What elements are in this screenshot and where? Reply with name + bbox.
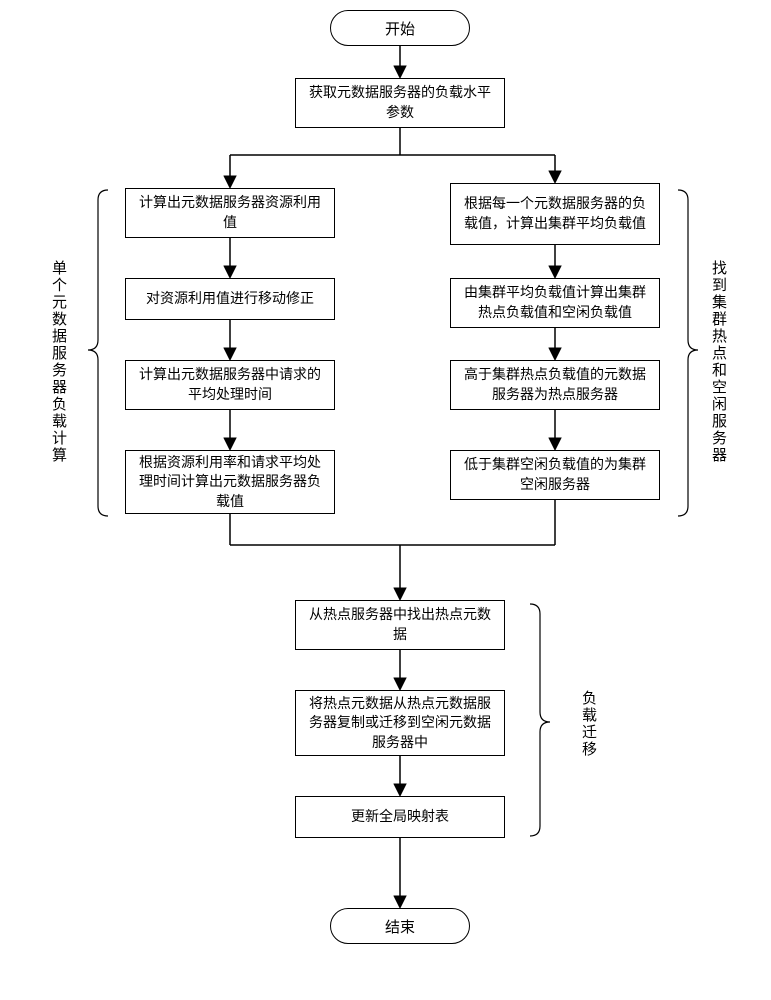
right-step-2: 由集群平均负载值计算出集群热点负载值和空闲负载值	[450, 278, 660, 328]
right-step-2-text: 由集群平均负载值计算出集群热点负载值和空闲负载值	[461, 283, 649, 322]
flowchart-container: 开始 获取元数据服务器的负载水平参数 计算出元数据服务器资源利用值 对资源利用值…	[0, 0, 771, 1000]
flowchart-arrows	[0, 0, 771, 1000]
right-step-3: 高于集群热点负载值的元数据服务器为热点服务器	[450, 360, 660, 410]
right-step-4-text: 低于集群空闲负载值的为集群空闲服务器	[461, 455, 649, 494]
left-step-1: 计算出元数据服务器资源利用值	[125, 188, 335, 238]
right-step-3-text: 高于集群热点负载值的元数据服务器为热点服务器	[461, 365, 649, 404]
left-step-4: 根据资源利用率和请求平均处理时间计算出元数据服务器负载值	[125, 450, 335, 514]
start-terminal: 开始	[330, 10, 470, 46]
merge-step-1-text: 从热点服务器中找出热点元数据	[306, 605, 494, 644]
merge-step-1: 从热点服务器中找出热点元数据	[295, 600, 505, 650]
left-step-2: 对资源利用值进行移动修正	[125, 278, 335, 320]
right-step-4: 低于集群空闲负载值的为集群空闲服务器	[450, 450, 660, 500]
end-terminal: 结束	[330, 908, 470, 944]
right-brace-label: 找到集群热点和空闲服务器	[708, 260, 729, 464]
end-label: 结束	[385, 916, 415, 937]
left-step-4-text: 根据资源利用率和请求平均处理时间计算出元数据服务器负载值	[136, 453, 324, 512]
left-step-3-text: 计算出元数据服务器中请求的平均处理时间	[136, 365, 324, 404]
start-label: 开始	[385, 18, 415, 39]
merge-step-3-text: 更新全局映射表	[351, 807, 449, 827]
step-get-params: 获取元数据服务器的负载水平参数	[295, 78, 505, 128]
merge-step-2: 将热点元数据从热点元数据服务器复制或迁移到空闲元数据服务器中	[295, 690, 505, 756]
right-step-1-text: 根据每一个元数据服务器的负载值，计算出集群平均负载值	[461, 194, 649, 233]
merge-step-2-text: 将热点元数据从热点元数据服务器复制或迁移到空闲元数据服务器中	[306, 694, 494, 753]
bottom-brace-label: 负载迁移	[578, 690, 599, 758]
left-step-3: 计算出元数据服务器中请求的平均处理时间	[125, 360, 335, 410]
left-brace-label: 单个元数据服务器负载计算	[48, 260, 69, 464]
merge-step-3: 更新全局映射表	[295, 796, 505, 838]
left-step-1-text: 计算出元数据服务器资源利用值	[136, 193, 324, 232]
right-step-1: 根据每一个元数据服务器的负载值，计算出集群平均负载值	[450, 183, 660, 245]
left-step-2-text: 对资源利用值进行移动修正	[146, 289, 314, 309]
step-get-params-text: 获取元数据服务器的负载水平参数	[306, 83, 494, 122]
